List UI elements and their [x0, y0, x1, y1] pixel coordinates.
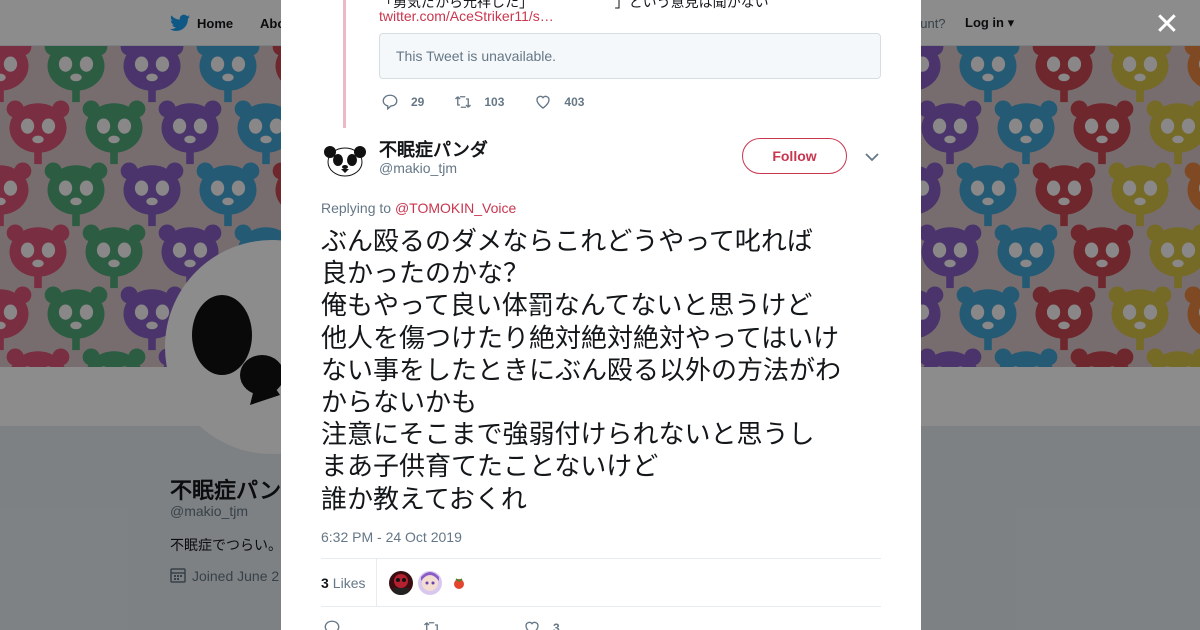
- previous-tweet-link[interactable]: twitter.com/AceStriker11/s…: [379, 8, 554, 24]
- liker-avatar[interactable]: [418, 571, 442, 595]
- heart-icon: [525, 621, 539, 630]
- tweet-timestamp[interactable]: 6:32 PM - 24 Oct 2019: [321, 529, 462, 545]
- tweet-permalink-modal: 「勇気だから元祥した」 ​ ​ ​ ​ ​ ​ ​ ​ ​ ​ ​ ​ ​ ​ …: [281, 0, 921, 630]
- tweet-line: 誰か教えておくれ: [321, 484, 527, 515]
- replying-prefix: Replying to: [321, 200, 395, 216]
- tweet-line: 他人を傷つけたり絶対絶対絶対やってはいけ: [321, 323, 840, 354]
- replying-to: Replying to @TOMOKIN_Voice: [321, 200, 516, 216]
- chevron-down-icon[interactable]: [863, 148, 881, 166]
- heart-icon: [536, 95, 551, 109]
- likes-label: Likes: [332, 575, 366, 591]
- like-count: 403: [564, 95, 585, 109]
- tweet-line: まあ子供育てたことないけど: [321, 452, 659, 483]
- retweet-button[interactable]: 103: [454, 93, 504, 111]
- tweet-actions: 3: [323, 618, 630, 630]
- retweet-button[interactable]: [423, 619, 453, 630]
- liker-avatar[interactable]: [447, 571, 471, 595]
- likes-count: 3: [321, 575, 329, 591]
- follow-button[interactable]: Follow: [742, 138, 847, 174]
- previous-tweet-actions: 29 103 403: [381, 92, 614, 112]
- tweet-text: ぶん殴るのダメならこれどうやって叱れば 良かったのかな？ 俺もやって良い体罰なん…: [321, 226, 891, 516]
- tweet-line: ぶん殴るのダメならこれどうやって叱れば: [321, 227, 813, 257]
- close-icon[interactable]: ✕: [1152, 10, 1182, 40]
- reply-icon: [324, 620, 340, 630]
- tweet-stats: 3 Likes: [321, 558, 881, 607]
- author-handle[interactable]: @makio_tjm: [379, 160, 457, 176]
- reply-count: 29: [411, 95, 425, 109]
- like-button[interactable]: 403: [534, 93, 584, 111]
- tweet-line: 俺もやって良い体罰なんてないと思うけど: [321, 291, 813, 322]
- like-count: 3: [553, 621, 560, 630]
- author-avatar[interactable]: [321, 136, 369, 184]
- likes-stat[interactable]: 3 Likes: [321, 575, 365, 591]
- retweet-icon: [424, 622, 438, 630]
- unavailable-tweet-label: This Tweet is unavailable.: [396, 48, 557, 64]
- retweet-icon: [455, 96, 472, 108]
- reply-button[interactable]: 29: [381, 93, 424, 111]
- like-button[interactable]: 3: [523, 619, 560, 630]
- replying-to-link[interactable]: @TOMOKIN_Voice: [395, 200, 516, 216]
- liker-avatar[interactable]: [389, 571, 413, 595]
- tweet-line: ない事をしたときにぶん殴る以外の方法がわ: [321, 355, 842, 386]
- stats-divider: [376, 559, 377, 606]
- reply-icon: [382, 94, 398, 111]
- tweet-line: 注意にそこまで強弱付けられないと思うし: [321, 420, 815, 451]
- tweet-line: からないかも: [321, 388, 478, 419]
- retweet-count: 103: [484, 95, 505, 109]
- reply-button[interactable]: [323, 619, 353, 630]
- author-name[interactable]: 不眠症パンダ: [379, 136, 488, 162]
- tweet-line: 良かったのかな？: [321, 259, 530, 290]
- unavailable-tweet-card: This Tweet is unavailable.: [379, 33, 881, 79]
- thread-connector-line: [343, 0, 346, 128]
